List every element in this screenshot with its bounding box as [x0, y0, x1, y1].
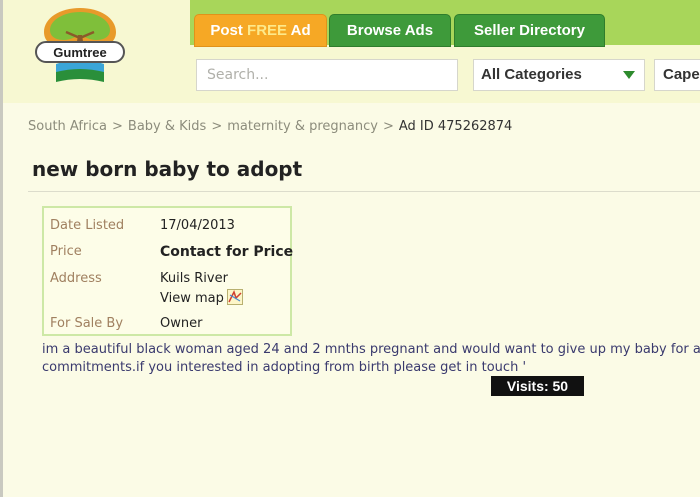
dropdown-arrow-icon [623, 71, 635, 79]
ad-title: new born baby to adopt [32, 157, 303, 181]
description-line: im a beautiful black woman aged 24 and 2… [42, 342, 700, 357]
category-select[interactable]: All Categories [473, 59, 645, 91]
category-label: All Categories [481, 66, 582, 83]
category-dropdown-button[interactable] [614, 60, 644, 90]
breadcrumb-item-south-africa[interactable]: South Africa [28, 119, 107, 134]
ad-description: im a beautiful black woman aged 24 and 2… [42, 341, 700, 377]
price-value: Contact for Price [160, 244, 294, 260]
visits-counter: Visits: 50 [491, 376, 584, 396]
breadcrumb: South Africa > Baby & Kids > maternity & pre… [28, 119, 512, 134]
seller-value: Owner [160, 316, 203, 331]
breadcrumb-item-baby-kids[interactable]: Baby & Kids [128, 119, 206, 134]
location-field[interactable]: Cape [654, 59, 700, 91]
address-value: Kuils River [160, 271, 228, 286]
date-value: 17/04/2013 [160, 218, 235, 233]
seller-directory-button[interactable]: Seller Directory [454, 14, 605, 47]
title-divider [28, 191, 700, 192]
post-label-prefix: Post [210, 22, 248, 39]
price-label: Price [50, 244, 82, 259]
search-bar: All Categories Cape [3, 52, 700, 103]
search-input[interactable] [196, 59, 458, 91]
seller-label: For Sale By [50, 316, 124, 331]
date-label: Date Listed [50, 218, 125, 233]
browse-ads-button[interactable]: Browse Ads [329, 14, 451, 47]
ad-details-box: Date Listed 17/04/2013 Price Contact for… [42, 206, 294, 336]
description-line: commitments.if you interested in adoptin… [42, 360, 527, 375]
breadcrumb-ad-id: Ad ID 475262874 [398, 119, 513, 134]
breadcrumb-separator: > [211, 119, 223, 134]
breadcrumb-item-maternity[interactable]: maternity & pregnancy [227, 119, 378, 134]
address-label: Address [50, 271, 102, 286]
post-label-suffix: Ad [287, 22, 311, 39]
post-label-free: FREE [247, 22, 288, 39]
breadcrumb-separator: > [382, 119, 394, 134]
post-free-ad-button[interactable]: Post FREE Ad [194, 14, 327, 47]
map-icon[interactable] [226, 289, 243, 305]
view-map-link[interactable]: View map [160, 291, 224, 306]
breadcrumb-separator: > [112, 119, 123, 134]
map-link-wrap: View map [160, 289, 243, 306]
